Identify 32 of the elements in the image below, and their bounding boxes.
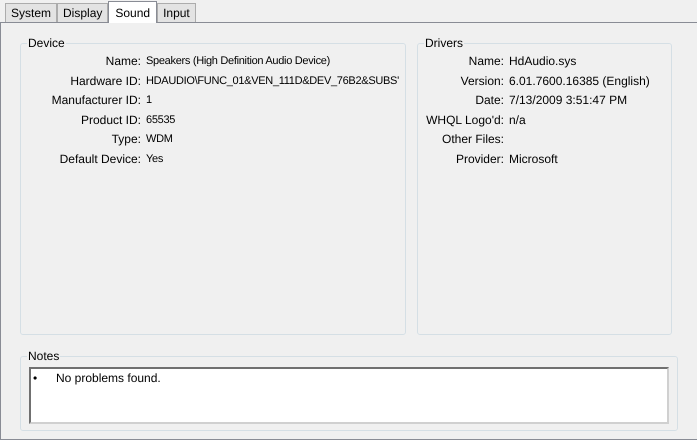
field-value: Microsoft	[509, 152, 559, 166]
field-label: Other Files:	[440, 132, 504, 146]
field-value: n/a	[509, 112, 527, 127]
group-title: Notes	[27, 349, 60, 363]
group-title: Device	[27, 36, 66, 50]
field-value: 65535	[146, 112, 176, 127]
field-value: 7/13/2009 3:51:47 PM	[509, 93, 628, 108]
field-value: HdAudio.sys	[509, 54, 578, 68]
field-label: Provider:	[454, 152, 504, 166]
field-label: Version:	[460, 74, 504, 88]
field-label: Date:	[474, 93, 504, 108]
field-label: Default Device:	[58, 152, 141, 166]
field-value: HDAUDIO\FUNC_01&VEN_111D&DEV_76B2&SUBS'	[146, 74, 400, 88]
field-value: Yes	[146, 152, 164, 166]
bullet: •	[33, 371, 38, 386]
field-value: 1	[146, 93, 153, 108]
field-label: Name:	[104, 54, 141, 68]
tab[interactable]: Display	[57, 3, 108, 22]
field-label: Manufacturer ID:	[50, 93, 141, 108]
field-label: WHQL Logo'd:	[425, 112, 504, 127]
field-value: WDM	[146, 132, 174, 146]
field-label: Product ID:	[80, 112, 141, 127]
tab[interactable]: Input	[157, 3, 196, 22]
note-text: No problems found.	[56, 371, 161, 386]
group-title: Drivers	[424, 36, 464, 50]
field-value: Speakers (High Definition Audio Device)	[146, 54, 331, 68]
field-label: Name:	[468, 54, 504, 68]
field-label: Hardware ID:	[69, 74, 141, 88]
tab[interactable]: Sound	[108, 1, 158, 23]
field-label: Type:	[110, 132, 141, 146]
field-value: 6.01.7600.16385 (English)	[509, 74, 651, 88]
tab[interactable]: System	[5, 3, 58, 22]
